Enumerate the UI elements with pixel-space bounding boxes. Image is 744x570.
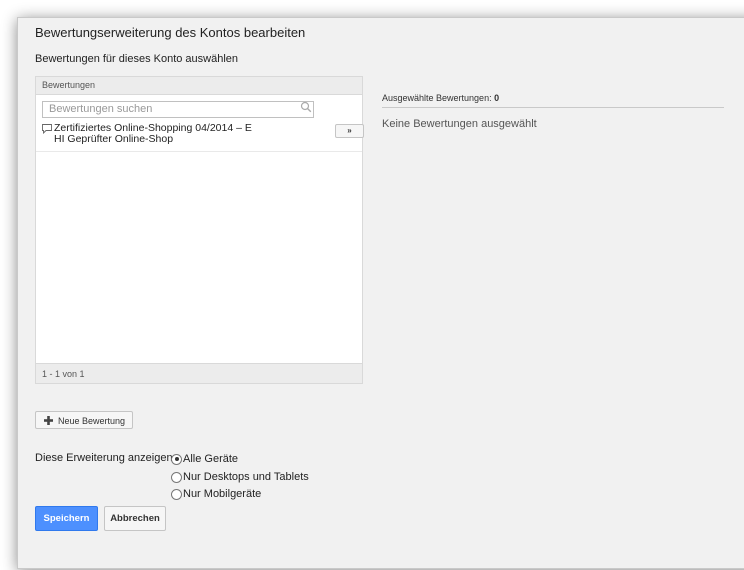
dialog-subtitle: Bewertungen für dieses Konto auswählen [35, 53, 239, 65]
new-rating-button[interactable]: Neue Bewertung [35, 411, 133, 429]
radio-label-mobile[interactable]: Nur Mobilgeräte [183, 488, 261, 500]
radio-label-all-devices[interactable]: Alle Geräte [183, 453, 238, 465]
devices-label: Diese Erweiterung anzeigen [35, 452, 173, 464]
radio-option-mobile[interactable]: Nur Mobilgeräte [171, 487, 261, 501]
selected-ratings-count: 0 [494, 93, 500, 103]
selected-ratings-panel: Ausgewählte Bewertungen: 0 Keine Bewertu… [382, 93, 724, 130]
rating-item-label: Zertifiziertes Online-Shopping 04/2014 –… [54, 123, 269, 145]
ratings-panel-header: Bewertungen [36, 77, 362, 95]
radio-option-all-devices[interactable]: Alle Geräte [171, 452, 238, 466]
dialog-title: Bewertungserweiterung des Kontos bearbei… [35, 25, 306, 40]
selected-empty-message: Keine Bewertungen ausgewählt [382, 118, 537, 130]
comment-icon [42, 124, 52, 134]
radio-mobile[interactable] [171, 488, 182, 500]
ratings-search-input[interactable] [42, 100, 314, 118]
radio-option-desktops-tablets[interactable]: Nur Desktops und Tablets [171, 470, 309, 484]
search-wrap [42, 99, 356, 118]
selected-ratings-label: Ausgewählte Bewertungen: [382, 93, 492, 103]
plus-icon [44, 416, 53, 425]
radio-desktops-tablets[interactable] [171, 471, 182, 483]
new-rating-label: Neue Bewertung [58, 416, 126, 426]
pagination-info: 1 - 1 von 1 [36, 363, 362, 383]
rating-list-item[interactable]: Zertifiziertes Online-Shopping 04/2014 –… [36, 121, 364, 152]
search-icon[interactable] [300, 101, 312, 113]
selected-ratings-header: Ausgewählte Bewertungen: 0 [382, 93, 724, 108]
ratings-list-panel: Bewertungen Zertifiziertes Online-Shoppi… [35, 76, 364, 384]
save-button[interactable]: Speichern [35, 506, 98, 531]
rating-item-line2: HI Geprüfter Online-Shop [54, 133, 174, 145]
radio-label-desktops-tablets[interactable]: Nur Desktops und Tablets [183, 471, 309, 483]
radio-all-devices[interactable] [171, 453, 182, 465]
add-rating-button[interactable]: » [335, 124, 364, 138]
cancel-button[interactable]: Abbrechen [104, 506, 166, 531]
